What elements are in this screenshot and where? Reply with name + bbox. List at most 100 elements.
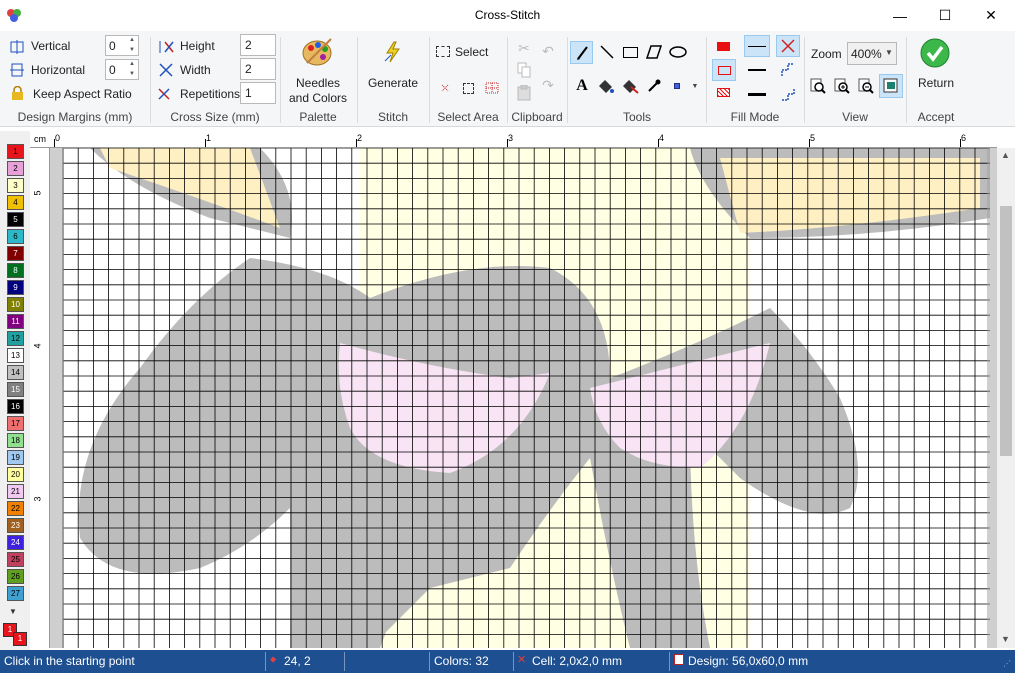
spin-down-icon[interactable]: ▼ (127, 70, 137, 79)
color-swatch-13[interactable]: 13 (7, 348, 24, 363)
color-swatch-21[interactable]: 21 (7, 484, 24, 499)
color-swatch-3[interactable]: 3 (7, 178, 24, 193)
maximize-button[interactable]: ☐ (922, 0, 968, 31)
fill-solid-button[interactable] (712, 37, 734, 55)
height-input[interactable]: 2 (240, 34, 276, 56)
color-swatch-8[interactable]: 8 (7, 263, 24, 278)
keep-aspect-ratio-toggle[interactable]: Keep Aspect Ratio (33, 87, 132, 101)
status-divider (265, 652, 266, 671)
color-swatch-10[interactable]: 10 (7, 297, 24, 312)
color-swatch-7[interactable]: 7 (7, 246, 24, 261)
paste-icon[interactable] (515, 84, 533, 102)
undo-icon[interactable]: ↶ (539, 43, 557, 59)
color-swatch-25[interactable]: 25 (7, 552, 24, 567)
lock-icon (11, 86, 24, 100)
ellipse-tool-icon[interactable] (667, 41, 689, 63)
line-medium-button[interactable] (744, 59, 770, 81)
color-swatch-2[interactable]: 2 (7, 161, 24, 176)
fill-mode-group-label: Fill Mode (730, 110, 780, 124)
repetitions-input[interactable]: 1 (240, 82, 276, 104)
close-button[interactable]: ✕ (968, 0, 1014, 31)
minimize-button[interactable]: — (877, 0, 923, 31)
fill-tool-icon[interactable] (596, 75, 616, 97)
color-swatch-1[interactable]: 1 (7, 144, 24, 159)
vertical-scrollbar[interactable]: ▲ ▼ (997, 148, 1015, 648)
rectangle-tool-icon[interactable] (620, 41, 640, 63)
ruler-top-mark: 3 (508, 133, 514, 143)
color-swatch-23[interactable]: 23 (7, 518, 24, 533)
color-swatch-9[interactable]: 9 (7, 280, 24, 295)
zoom-in-icon[interactable] (832, 76, 852, 96)
color-swatch-27[interactable]: 27 (7, 586, 24, 601)
return-button[interactable]: Return (910, 35, 962, 107)
scroll-down-icon[interactable]: ▼ (1001, 634, 1010, 644)
zoom-out-icon[interactable] (856, 76, 876, 96)
design-margins-group-label: Design Margins (mm) (17, 110, 133, 124)
color-swatch-18[interactable]: 18 (7, 433, 24, 448)
color-swatch-11[interactable]: 11 (7, 314, 24, 329)
current-colors-indicator[interactable]: 1 1 (3, 623, 27, 647)
and-colors-label: and Colors (288, 91, 348, 105)
copy-icon[interactable] (515, 61, 533, 79)
color-palette-bar: 1 2 3 4 5 6 7 8 9 10 11 12 13 14 15 16 17 18 19 20 21 22 23 24 2… (0, 131, 30, 650)
width-label: Width (180, 63, 211, 77)
vertical-margin-input[interactable]: 0 ▲ ▼ (105, 35, 139, 56)
spin-up-icon[interactable]: ▲ (127, 60, 137, 69)
line-thick-button[interactable] (744, 83, 770, 105)
scroll-up-icon[interactable]: ▲ (1001, 150, 1010, 160)
fill-outline-button[interactable] (712, 59, 736, 81)
palette-scroll-down-icon[interactable]: ▼ (9, 607, 17, 616)
zoom-fit-icon[interactable] (808, 76, 828, 96)
color-swatch-4[interactable]: 4 (7, 195, 24, 210)
select-grid-icon[interactable] (484, 80, 500, 96)
vertical-margin-label: Vertical (31, 39, 71, 53)
color-swatch-19[interactable]: 19 (7, 450, 24, 465)
redo-icon[interactable]: ↷ (539, 77, 557, 93)
brush-size-dropdown[interactable]: ▼ (668, 75, 704, 97)
pencil-tool-button[interactable] (570, 41, 593, 64)
spin-down-icon[interactable]: ▼ (127, 46, 137, 55)
color-swatch-15[interactable]: 15 (7, 382, 24, 397)
color-swatch-24[interactable]: 24 (7, 535, 24, 550)
replace-color-tool-icon[interactable] (620, 75, 640, 97)
color-swatch-14[interactable]: 14 (7, 365, 24, 380)
select-dotted-rect-icon[interactable] (460, 80, 476, 96)
line-thin-button[interactable] (744, 35, 770, 57)
ruler-top-mark: 2 (357, 133, 363, 143)
color-swatch-20[interactable]: 20 (7, 467, 24, 482)
cursor-position-icon: ⬥ (270, 654, 277, 664)
halfstitch-mode-icon[interactable] (778, 84, 798, 104)
cut-icon[interactable]: ✂ (515, 39, 533, 57)
line-tool-icon[interactable] (597, 41, 617, 63)
backstitch-mode-icon[interactable] (778, 60, 798, 80)
needles-and-colors-button[interactable]: Needles and Colors (284, 35, 352, 107)
stitch-canvas[interactable] (50, 148, 997, 648)
polygon-tool-icon[interactable] (644, 41, 664, 63)
ruler-unit-label: cm (34, 134, 46, 144)
cross-stitch-mode-button[interactable] (776, 35, 800, 57)
color-swatch-5[interactable]: 5 (7, 212, 24, 227)
color-swatch-26[interactable]: 26 (7, 569, 24, 584)
scroll-thumb[interactable] (1000, 206, 1012, 456)
eyedropper-tool-icon[interactable] (644, 75, 664, 97)
fill-pattern-button[interactable] (712, 83, 734, 101)
color-swatch-12[interactable]: 12 (7, 331, 24, 346)
spin-up-icon[interactable]: ▲ (127, 36, 137, 45)
color-swatch-16[interactable]: 16 (7, 399, 24, 414)
color-swatch-6[interactable]: 6 (7, 229, 24, 244)
zoom-select[interactable]: 400% ▼ (847, 42, 897, 65)
width-input[interactable]: 2 (240, 58, 276, 80)
chevron-down-icon: ▼ (691, 82, 699, 90)
color-swatch-22[interactable]: 22 (7, 501, 24, 516)
repetitions-label: Repetitions (180, 87, 241, 101)
resize-grip-icon[interactable]: ⋰ (1003, 659, 1011, 668)
color-swatch-17[interactable]: 17 (7, 416, 24, 431)
show-image-button[interactable] (879, 74, 903, 98)
status-divider (513, 652, 514, 671)
select-cross-icon[interactable] (437, 80, 453, 96)
ruler-left-mark: 5 (32, 190, 43, 196)
generate-button[interactable]: Generate (362, 35, 424, 107)
text-tool-icon[interactable]: A (572, 75, 592, 97)
select-button[interactable]: Select (434, 42, 494, 62)
horizontal-margin-input[interactable]: 0 ▲ ▼ (105, 59, 139, 80)
